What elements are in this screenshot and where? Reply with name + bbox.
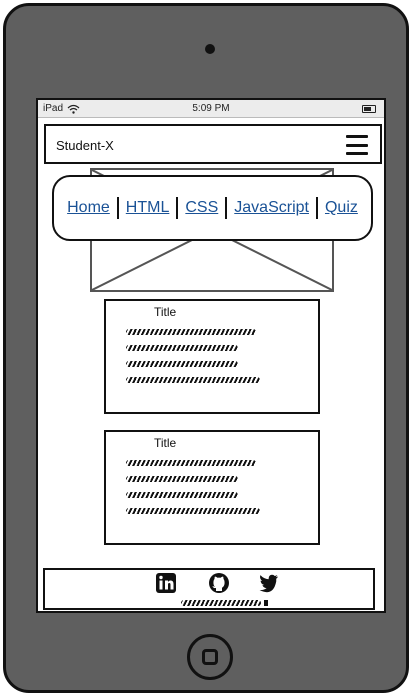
hamburger-line bbox=[346, 143, 368, 147]
card-title: Title bbox=[154, 305, 177, 319]
brand-name[interactable]: Student-X bbox=[56, 138, 114, 153]
card-title: Title bbox=[154, 436, 177, 450]
screen: iPad 5:09 PM Student-X Home HTML CSS Jav… bbox=[36, 98, 386, 613]
content-card: Title bbox=[104, 430, 320, 545]
nav-menu: Home HTML CSS JavaScript Quiz bbox=[52, 175, 373, 241]
placeholder-text-line bbox=[126, 508, 260, 514]
twitter-icon[interactable] bbox=[257, 572, 279, 594]
footer-text-placeholder bbox=[181, 600, 261, 606]
nav-link-javascript[interactable]: JavaScript bbox=[227, 199, 316, 217]
linkedin-icon[interactable] bbox=[155, 572, 177, 594]
placeholder-text-line bbox=[126, 492, 238, 498]
ipad-frame: iPad 5:09 PM Student-X Home HTML CSS Jav… bbox=[3, 3, 409, 693]
hamburger-icon[interactable] bbox=[346, 135, 368, 155]
placeholder-text-line bbox=[126, 460, 256, 466]
hamburger-line bbox=[346, 152, 368, 155]
home-button[interactable] bbox=[187, 634, 233, 680]
site-header: Student-X bbox=[44, 124, 382, 164]
site-footer bbox=[43, 568, 375, 610]
status-bar: iPad 5:09 PM bbox=[38, 100, 384, 118]
content-card: Title bbox=[104, 299, 320, 414]
hamburger-line bbox=[346, 135, 368, 138]
nav-link-home[interactable]: Home bbox=[60, 199, 117, 217]
placeholder-text-line bbox=[126, 377, 260, 383]
nav-link-quiz[interactable]: Quiz bbox=[318, 199, 365, 217]
placeholder-text-line bbox=[126, 476, 238, 482]
camera-icon bbox=[205, 44, 215, 54]
status-time: 5:09 PM bbox=[192, 103, 230, 114]
github-icon[interactable] bbox=[208, 572, 230, 594]
placeholder-text-line bbox=[126, 329, 256, 335]
home-button-icon bbox=[202, 649, 218, 665]
nav-link-css[interactable]: CSS bbox=[178, 199, 225, 217]
footer-text-placeholder bbox=[264, 600, 268, 606]
nav-link-html[interactable]: HTML bbox=[119, 199, 177, 217]
battery-icon bbox=[362, 105, 376, 113]
placeholder-text-line bbox=[126, 361, 238, 367]
placeholder-text-line bbox=[126, 345, 238, 351]
